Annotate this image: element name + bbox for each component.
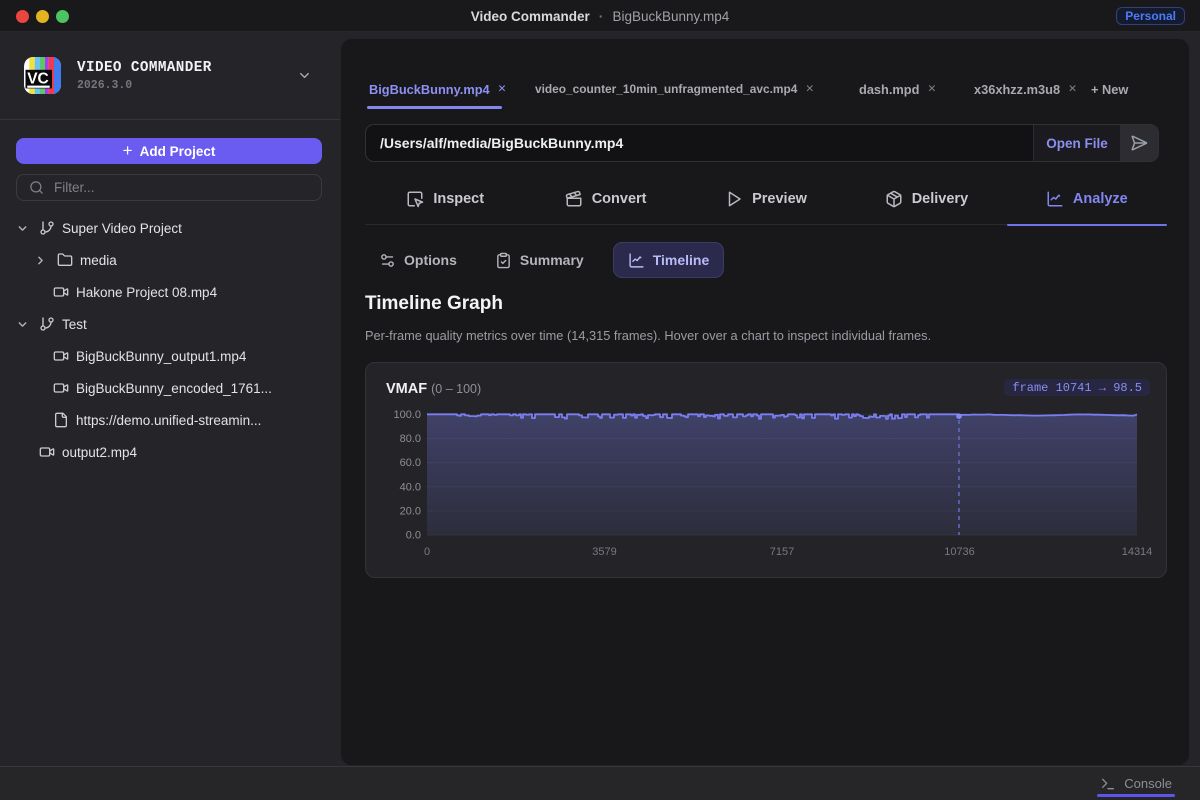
svg-text:VC: VC <box>27 71 49 88</box>
